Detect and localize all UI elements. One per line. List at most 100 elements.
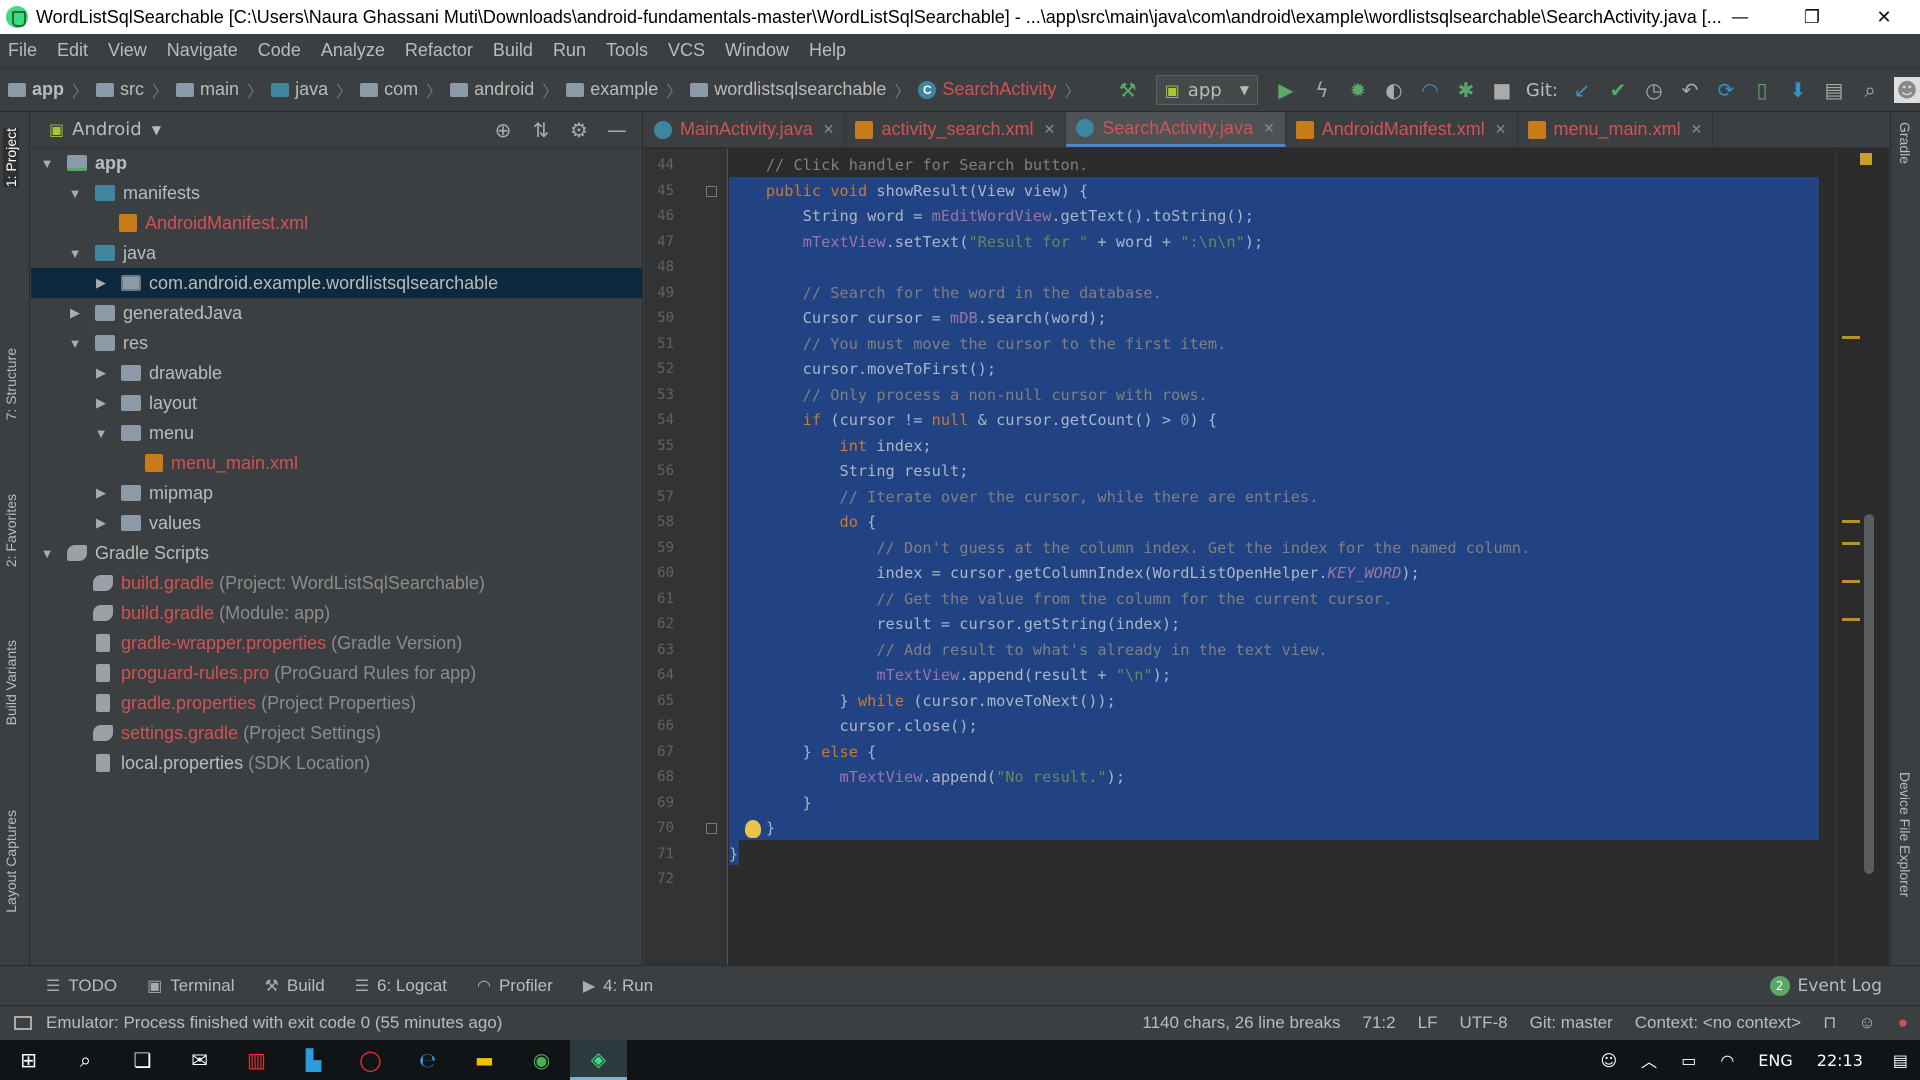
menu-navigate[interactable]: Navigate	[167, 40, 238, 61]
tree-item-generatedjava[interactable]: ▶ generatedJava	[31, 298, 642, 328]
breadcrumb-src[interactable]: src 〉	[96, 78, 168, 102]
project-structure-icon[interactable]: ▤	[1816, 75, 1852, 105]
tree-item-settings-gradle[interactable]: settings.gradle (Project Settings)	[31, 718, 642, 748]
expanded-arrow-icon[interactable]: ▼	[39, 546, 55, 561]
menu-window[interactable]: Window	[725, 40, 789, 61]
collapsed-arrow-icon[interactable]: ▶	[93, 365, 109, 381]
tree-item-gradle-scripts[interactable]: ▼ Gradle Scripts	[31, 538, 642, 568]
expanded-arrow-icon[interactable]: ▼	[39, 156, 55, 171]
tree-item-package[interactable]: ▶ com.android.example.wordlistsqlsearchab…	[31, 268, 642, 298]
tree-item-res[interactable]: ▼ res	[31, 328, 642, 358]
notifications-icon[interactable]: ▤	[1893, 1051, 1908, 1070]
structure-tool-tab[interactable]: 7: Structure	[3, 348, 19, 420]
tab-searchactivity[interactable]: SearchActivity.java ✕	[1066, 112, 1286, 147]
collapse-all-icon[interactable]: ⇅	[522, 118, 560, 142]
code-line[interactable]: } else {	[729, 740, 877, 765]
user-avatar-icon[interactable]: ☻	[1894, 77, 1920, 103]
close-tab-icon[interactable]: ✕	[823, 121, 835, 138]
avd-manager-icon[interactable]: ▯	[1744, 75, 1780, 105]
tab-menu-main[interactable]: menu_main.xml ✕	[1518, 112, 1714, 147]
status-message[interactable]: Emulator: Process finished with exit cod…	[46, 1013, 502, 1033]
collapsed-arrow-icon[interactable]: ▶	[93, 275, 109, 291]
build-variants-tool-tab[interactable]: Build Variants	[3, 640, 19, 725]
code-line[interactable]: // Iterate over the cursor, while there …	[729, 485, 1319, 510]
code-line[interactable]: Cursor cursor = mDB.search(word);	[729, 306, 1107, 331]
sdk-manager-icon[interactable]: ⬇	[1780, 75, 1816, 105]
warning-mark[interactable]	[1842, 542, 1860, 545]
code-line[interactable]: public void showResult(View view) {	[729, 179, 1088, 204]
warning-mark[interactable]	[1842, 520, 1860, 523]
project-view-select[interactable]: Android	[72, 119, 142, 140]
stop-icon[interactable]: ■	[1484, 75, 1520, 105]
error-indicator-icon[interactable]: ●	[1898, 1013, 1908, 1033]
menu-view[interactable]: View	[108, 40, 147, 61]
run-tab[interactable]: ▶ 4: Run	[583, 976, 653, 996]
tree-item-menu-main[interactable]: menu_main.xml	[31, 448, 642, 478]
editor-scrollbar[interactable]	[1864, 514, 1874, 874]
code-line[interactable]: String word = mEditWordView.getText().to…	[729, 204, 1254, 229]
run-configuration-select[interactable]: ▣ app ▼	[1155, 75, 1258, 105]
tree-item-gradle-properties[interactable]: gradle.properties (Project Properties)	[31, 688, 642, 718]
code-line[interactable]: // Add result to what's already in the t…	[729, 638, 1327, 663]
layout-captures-tool-tab[interactable]: Layout Captures	[3, 810, 19, 913]
fold-marker-icon[interactable]	[706, 185, 717, 197]
collapsed-arrow-icon[interactable]: ▶	[93, 515, 109, 531]
build-tab[interactable]: ⚒ Build	[265, 976, 325, 996]
minimize-button[interactable]: —	[1704, 0, 1776, 34]
terminal-tab[interactable]: ▣ Terminal	[147, 976, 234, 996]
menu-vcs[interactable]: VCS	[668, 40, 705, 61]
breadcrumb-searchactivity[interactable]: C SearchActivity 〉	[918, 78, 1080, 102]
toggle-tool-windows-icon[interactable]	[14, 1016, 32, 1030]
sync-gradle-icon[interactable]: ⟳	[1708, 75, 1744, 105]
make-project-hammer-icon[interactable]: ⚒	[1110, 75, 1146, 105]
search-icon[interactable]: ⌕	[1852, 75, 1888, 105]
breadcrumb-example[interactable]: example 〉	[566, 78, 682, 102]
code-line[interactable]: }	[729, 842, 738, 867]
breadcrumb-app[interactable]: app 〉	[8, 78, 88, 102]
logcat-tab[interactable]: ☰ 6: Logcat	[355, 976, 447, 996]
warning-mark[interactable]	[1842, 580, 1860, 583]
menu-tools[interactable]: Tools	[606, 40, 648, 61]
code-line[interactable]: // Don't guess at the column index. Get …	[729, 536, 1530, 561]
tree-item-local-properties[interactable]: local.properties (SDK Location)	[31, 748, 642, 778]
language-indicator[interactable]: ENG	[1758, 1051, 1792, 1070]
gradle-tool-tab[interactable]: Gradle	[1897, 122, 1913, 164]
code-line[interactable]: index = cursor.getColumnIndex(WordListOp…	[729, 561, 1419, 586]
close-button[interactable]: ✕	[1848, 0, 1920, 34]
menu-help[interactable]: Help	[809, 40, 846, 61]
fold-marker-icon[interactable]	[706, 823, 717, 834]
edge-icon[interactable]: ℮	[399, 1040, 456, 1080]
maximize-button[interactable]: ❐	[1776, 0, 1848, 34]
code-line[interactable]: if (cursor != null & cursor.getCount() >…	[729, 408, 1217, 433]
locate-icon[interactable]: ⊕	[484, 118, 522, 142]
tree-item-build-gradle-module[interactable]: build.gradle (Module: app)	[31, 598, 642, 628]
lock-icon[interactable]: ⊓	[1823, 1013, 1836, 1033]
breadcrumb-main[interactable]: main 〉	[176, 78, 263, 102]
run-icon[interactable]: ▶	[1268, 75, 1304, 105]
code-line[interactable]: // You must move the cursor to the first…	[729, 332, 1227, 357]
chrome-icon[interactable]: ◉	[513, 1040, 570, 1080]
code-line[interactable]: }	[729, 791, 812, 816]
code-line[interactable]: result = cursor.getString(index);	[729, 612, 1180, 637]
vcs-revert-icon[interactable]: ↶	[1672, 75, 1708, 105]
inspector-icon[interactable]: ☺	[1858, 1013, 1875, 1033]
profiler-tab[interactable]: ◠ Profiler	[477, 976, 553, 996]
menu-refactor[interactable]: Refactor	[405, 40, 473, 61]
close-tab-icon[interactable]: ✕	[1044, 121, 1056, 138]
code-line[interactable]: int index;	[729, 434, 932, 459]
tree-item-manifests[interactable]: ▼ manifests	[31, 178, 642, 208]
collapsed-arrow-icon[interactable]: ▶	[67, 305, 83, 321]
launcher-icon[interactable]: ▙	[285, 1040, 342, 1080]
device-file-explorer-tool-tab[interactable]: Device File Explorer	[1897, 772, 1913, 897]
code-line[interactable]: // Search for the word in the database.	[729, 281, 1162, 306]
menu-edit[interactable]: Edit	[57, 40, 88, 61]
debug-icon[interactable]: ✹	[1340, 75, 1376, 105]
code-line[interactable]: mTextView.setText("Result for " + word +…	[729, 230, 1264, 255]
tree-item-build-gradle-project[interactable]: build.gradle (Project: WordListSqlSearch…	[31, 568, 642, 598]
event-log-tab[interactable]: 2 Event Log	[1769, 975, 1882, 996]
gear-icon[interactable]: ⚙	[560, 118, 598, 142]
tree-item-menu[interactable]: ▼ menu	[31, 418, 642, 448]
code-line[interactable]: do {	[729, 510, 877, 535]
close-tab-icon[interactable]: ✕	[1691, 121, 1703, 138]
tree-item-values[interactable]: ▶ values	[31, 508, 642, 538]
